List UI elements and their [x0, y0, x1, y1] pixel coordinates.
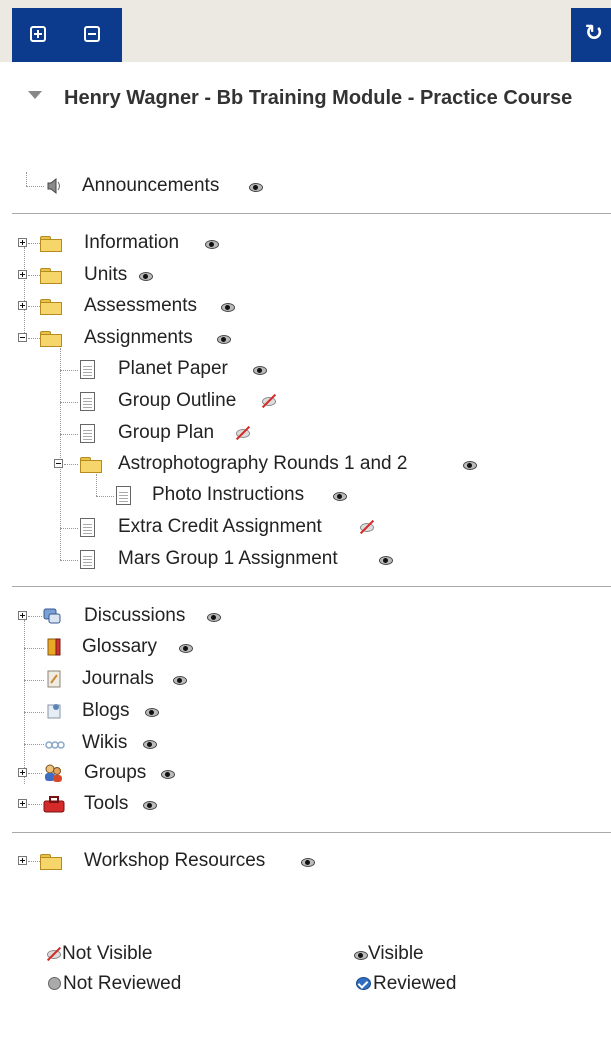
tree-item-label[interactable]: Workshop Resources	[84, 849, 265, 873]
expand-icon[interactable]	[18, 856, 27, 865]
visible-eye-icon	[143, 801, 157, 810]
visible-eye-icon	[173, 676, 187, 685]
toolbar-right-panel: ↻	[571, 8, 611, 62]
visible-eye-icon	[179, 644, 193, 653]
tree-item-label[interactable]: Extra Credit Assignment	[118, 515, 322, 539]
document-icon	[80, 392, 95, 411]
tree-item-label[interactable]: Assignments	[84, 326, 193, 350]
tree-item-label[interactable]: Group Plan	[118, 421, 214, 445]
visible-eye-icon	[221, 303, 235, 312]
open-folder-icon	[80, 457, 102, 473]
discussion-board-icon	[42, 606, 62, 626]
tree-item-label[interactable]: Journals	[82, 667, 154, 691]
visible-eye-icon	[253, 366, 267, 375]
tree-item-label[interactable]: Units	[84, 263, 127, 287]
legend-label: Not Visible	[62, 943, 153, 964]
visible-eye-icon	[463, 461, 477, 470]
legend-label: Reviewed	[373, 973, 457, 994]
expand-all-button[interactable]	[30, 26, 46, 42]
groups-people-icon	[42, 763, 62, 783]
visible-eye-icon	[145, 708, 159, 717]
tree-item-label[interactable]: Mars Group 1 Assignment	[118, 547, 338, 571]
separator	[12, 832, 611, 833]
visible-eye-icon	[205, 240, 219, 249]
not-visible-icon	[261, 395, 277, 407]
legend-reviewed: Reviewed	[356, 972, 456, 996]
expand-icon[interactable]	[18, 611, 27, 620]
refresh-icon[interactable]: ↻	[585, 22, 603, 44]
visible-eye-icon	[139, 272, 153, 281]
toolbox-icon	[42, 794, 65, 814]
separator	[12, 213, 611, 214]
journal-icon	[44, 669, 64, 689]
document-icon	[80, 424, 95, 443]
glossary-book-icon	[44, 637, 64, 657]
visible-eye-icon	[207, 613, 221, 622]
visible-eye-icon	[379, 556, 393, 565]
document-icon	[116, 486, 131, 505]
folder-icon	[40, 299, 62, 315]
legend-label: Visible	[368, 943, 424, 964]
legend-visible: Visible	[354, 942, 424, 966]
tree-item-label[interactable]: Astrophotography Rounds 1 and 2	[118, 452, 407, 476]
blog-icon	[44, 701, 64, 721]
document-icon	[80, 360, 95, 379]
wiki-icon	[44, 733, 65, 753]
collapse-all-button[interactable]	[84, 26, 100, 42]
visible-eye-icon	[301, 858, 315, 867]
expand-icon[interactable]	[18, 799, 27, 808]
tree-toolbar: ↻	[0, 0, 611, 62]
tree-item-label[interactable]: Discussions	[84, 604, 185, 628]
tree-item-label[interactable]: Glossary	[82, 635, 157, 659]
expand-icon[interactable]	[18, 238, 27, 247]
document-icon	[80, 518, 95, 537]
not-visible-icon	[46, 948, 62, 960]
course-title-text: Henry Wagner - Bb Training Module - Prac…	[64, 87, 573, 109]
tree-item-label[interactable]: Blogs	[82, 699, 130, 723]
collapse-icon[interactable]	[54, 459, 63, 468]
collapse-icon[interactable]	[18, 333, 27, 342]
tree-item-label[interactable]: Groups	[84, 761, 146, 785]
visible-eye-icon	[354, 951, 368, 960]
legend-not-visible: Not Visible	[46, 942, 152, 966]
tree-item-label[interactable]: Planet Paper	[118, 357, 228, 381]
expand-icon[interactable]	[18, 768, 27, 777]
collapse-triangle-icon[interactable]	[28, 91, 42, 99]
visible-eye-icon	[333, 492, 347, 501]
tree-item-label[interactable]: Photo Instructions	[152, 483, 304, 507]
toolbar-left-panel	[12, 8, 122, 62]
open-folder-icon	[40, 331, 62, 347]
expand-icon[interactable]	[18, 301, 27, 310]
folder-icon	[40, 268, 62, 284]
reviewed-check-icon	[356, 977, 371, 990]
document-icon	[80, 550, 95, 569]
legend-not-reviewed: Not Reviewed	[48, 972, 181, 996]
folder-icon	[40, 236, 62, 252]
not-reviewed-icon	[48, 977, 61, 990]
visible-eye-icon	[217, 335, 231, 344]
tree-item-label[interactable]: Assessments	[84, 294, 197, 318]
visible-eye-icon	[143, 740, 157, 749]
tree-item-label[interactable]: Tools	[84, 792, 128, 816]
not-visible-icon	[359, 521, 375, 533]
not-visible-icon	[235, 427, 251, 439]
speaker-icon	[44, 176, 64, 196]
tree-item-label[interactable]: Wikis	[82, 731, 127, 755]
legend-label: Not Reviewed	[63, 973, 182, 994]
folder-icon	[40, 854, 62, 870]
tree-item-label[interactable]: Information	[84, 231, 179, 255]
visible-eye-icon	[249, 183, 263, 192]
separator	[12, 586, 611, 587]
tree-item-label[interactable]: Announcements	[82, 174, 219, 198]
tree-item-label[interactable]: Group Outline	[118, 389, 236, 413]
expand-icon[interactable]	[18, 270, 27, 279]
visible-eye-icon	[161, 770, 175, 779]
